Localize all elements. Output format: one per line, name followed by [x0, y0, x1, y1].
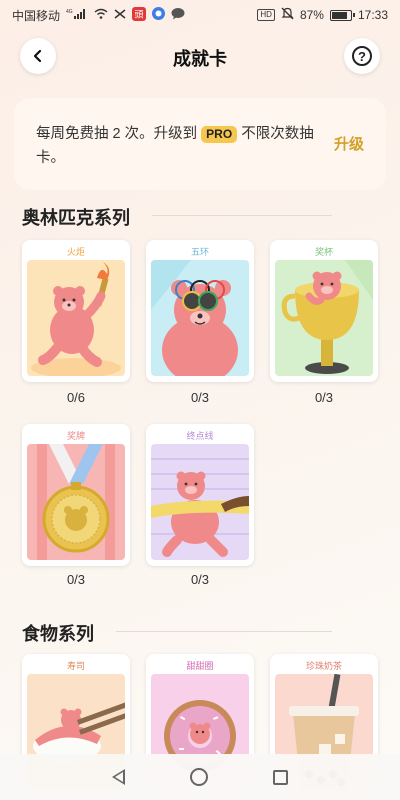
nav-back-icon[interactable] — [112, 769, 126, 785]
card-label: 五环 — [190, 247, 209, 257]
card-count-finish-line: 0/3 — [190, 572, 210, 587]
hd-icon: HD — [257, 9, 275, 21]
card-art-trophy — [275, 260, 373, 376]
app-icon: 頭 — [132, 6, 147, 24]
card-art-torch — [27, 260, 125, 376]
question-icon: ? — [352, 46, 372, 66]
card-count-rings: 0/3 — [190, 390, 210, 405]
nav-home-icon[interactable] — [189, 768, 208, 786]
card-torch[interactable]: 火炬 — [22, 240, 130, 382]
promo-text-before: 每周免费抽 2 次。升级到 — [36, 126, 202, 142]
card-medal[interactable]: 奖牌 — [22, 424, 130, 566]
card-label: 寿司 — [66, 661, 85, 671]
browser-icon — [152, 7, 166, 23]
card-trophy[interactable]: 奖杯 — [270, 240, 378, 382]
card-count-trophy: 0/3 — [314, 390, 334, 405]
help-button[interactable]: ? — [344, 38, 380, 74]
notification-icon — [114, 8, 126, 23]
svg-text:頭: 頭 — [135, 9, 144, 19]
card-label: 奖牌 — [66, 431, 85, 441]
promo-banner: 每周免费抽 2 次。升级到 PRO 不限次数抽卡。 升级 — [14, 98, 386, 190]
card-label: 终点线 — [186, 431, 214, 441]
card-finish-line[interactable]: 终点线 — [146, 424, 254, 566]
section-title-food: 食物系列 — [22, 624, 94, 644]
chat-icon — [171, 7, 185, 23]
pro-badge: PRO — [201, 126, 238, 143]
card-art-rings — [151, 260, 249, 376]
svg-text:4G: 4G — [66, 9, 73, 15]
card-art-finish-line — [151, 444, 249, 560]
page-title: 成就卡 — [173, 49, 227, 69]
clock: 17:33 — [357, 8, 388, 22]
card-art-medal — [27, 444, 125, 560]
signal-icon: 4G — [66, 8, 88, 22]
status-bar: 中国移动 4G 頭 HD 87% 17:33 — [0, 0, 400, 30]
card-count-torch: 0/6 — [66, 390, 86, 405]
card-label: 火炬 — [66, 247, 85, 257]
header: 成就卡 ? — [0, 36, 400, 76]
promo-text: 每周免费抽 2 次。升级到 PRO 不限次数抽卡。 — [36, 122, 316, 170]
system-navbar — [0, 754, 400, 800]
nav-recent-icon[interactable] — [272, 769, 288, 785]
card-rings[interactable]: 五环 — [146, 240, 254, 382]
carrier-label: 中国移动 — [12, 8, 61, 23]
card-label: 甜甜圈 — [186, 661, 214, 671]
section-divider — [116, 631, 332, 632]
card-label: 珍珠奶茶 — [305, 661, 342, 671]
section-divider — [152, 215, 332, 216]
battery-percent: 87% — [299, 8, 324, 22]
wifi-icon — [94, 8, 108, 22]
battery-icon — [329, 9, 355, 21]
section-title-olympic: 奥林匹克系列 — [22, 208, 130, 228]
card-count-medal: 0/3 — [66, 572, 86, 587]
card-label: 奖杯 — [314, 247, 333, 257]
upgrade-link[interactable]: 升级 — [334, 133, 364, 154]
mute-icon — [281, 7, 294, 23]
